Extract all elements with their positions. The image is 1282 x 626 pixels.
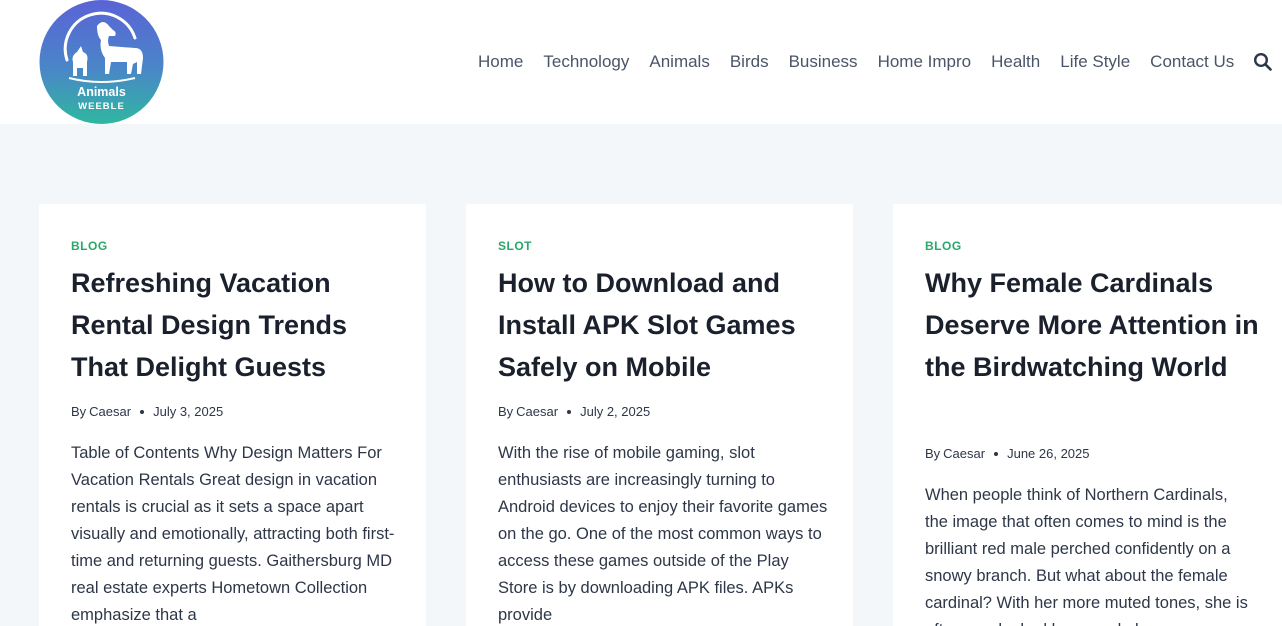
nav-item-contact-us[interactable]: Contact Us [1140, 50, 1244, 74]
post-by-label: By [71, 404, 87, 419]
nav-item-business[interactable]: Business [779, 50, 868, 74]
post-meta: By Caesar July 3, 2025 [71, 404, 223, 419]
post-excerpt: With the rise of mobile gaming, slot ent… [498, 444, 828, 624]
post-category[interactable]: BLOG [925, 239, 962, 253]
site-header: Animals WEEBLE Home Technology Animals B… [0, 0, 1282, 124]
nav-item-birds[interactable]: Birds [720, 50, 779, 74]
meta-separator [567, 409, 572, 414]
site-logo[interactable]: Animals WEEBLE [39, 0, 164, 124]
search-button[interactable] [1253, 52, 1273, 72]
search-icon [1253, 52, 1272, 71]
post-card: SLOT How to Download and Install APK Slo… [466, 204, 853, 626]
nav-item-health[interactable]: Health [981, 50, 1050, 74]
meta-separator [994, 451, 999, 456]
post-meta: By Caesar June 26, 2025 [925, 446, 1090, 461]
post-excerpt: When people think of Northern Cardinals,… [925, 486, 1248, 626]
nav-item-home-impro[interactable]: Home Impro [868, 50, 982, 74]
logo-text-bottom: WEEBLE [78, 101, 125, 112]
post-category[interactable]: SLOT [498, 239, 532, 253]
post-card: BLOG Refreshing Vacation Rental Design T… [39, 204, 426, 626]
post-card: BLOG Why Female Cardinals Deserve More A… [893, 204, 1282, 626]
post-date: July 3, 2025 [153, 404, 224, 419]
post-by-label: By [498, 404, 514, 419]
post-title[interactable]: How to Download and Install APK Slot Gam… [498, 262, 838, 388]
post-title[interactable]: Refreshing Vacation Rental Design Trends… [71, 262, 411, 388]
post-author[interactable]: Caesar [516, 404, 558, 419]
post-meta: By Caesar July 2, 2025 [498, 404, 650, 419]
main-navigation: Home Technology Animals Birds Business H… [468, 50, 1244, 74]
nav-item-home[interactable]: Home [468, 50, 533, 74]
logo-text-top: Animals [77, 85, 126, 99]
post-category[interactable]: BLOG [71, 239, 108, 253]
meta-separator [140, 409, 145, 414]
nav-item-animals[interactable]: Animals [639, 50, 719, 74]
nav-item-technology[interactable]: Technology [533, 50, 639, 74]
post-excerpt: Table of Contents Why Design Matters For… [71, 444, 395, 624]
post-date: June 26, 2025 [1007, 446, 1090, 461]
post-author[interactable]: Caesar [89, 404, 131, 419]
post-date: July 2, 2025 [580, 404, 651, 419]
post-title[interactable]: Why Female Cardinals Deserve More Attent… [925, 262, 1265, 388]
nav-item-life-style[interactable]: Life Style [1050, 50, 1140, 74]
post-by-label: By [925, 446, 941, 461]
logo-badge-icon: Animals WEEBLE [39, 0, 164, 124]
post-author[interactable]: Caesar [943, 446, 985, 461]
